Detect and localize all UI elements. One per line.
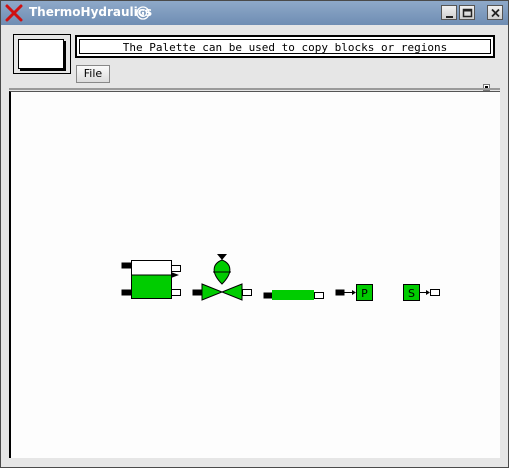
minimize-button[interactable] (441, 5, 457, 20)
tank-output-port-bottom[interactable] (171, 289, 181, 296)
title-bar[interactable]: ThermoHydraulics (1, 1, 508, 25)
tank-input-port-top[interactable] (121, 262, 132, 269)
file-menu-button[interactable]: File (76, 65, 110, 83)
pipe-input-port[interactable] (263, 292, 273, 299)
close-icon (491, 8, 500, 18)
toolbar: The Palette can be used to copy blocks o… (1, 25, 508, 91)
maximize-button[interactable] (459, 5, 475, 20)
pipe-output-port[interactable] (314, 292, 324, 299)
message-box: The Palette can be used to copy blocks o… (75, 35, 495, 58)
maximize-icon (462, 8, 473, 18)
source-block[interactable]: S (403, 284, 440, 301)
application-window: ThermoHydraulics The Palette can be used… (0, 0, 509, 468)
valve-input-port[interactable] (192, 289, 203, 296)
preview-thumbnail (18, 39, 64, 69)
source-label: S (408, 287, 415, 300)
tank-input-port-bottom[interactable] (121, 289, 132, 296)
pressure-sensor-block[interactable]: P (335, 284, 373, 301)
source-output-port[interactable] (430, 289, 440, 296)
palette-preview (13, 34, 71, 74)
spiral-icon (136, 6, 150, 20)
valve-block[interactable] (192, 254, 252, 301)
app-logo-icon (5, 4, 23, 22)
window-title: ThermoHydraulics (29, 5, 153, 19)
message-text: The Palette can be used to copy blocks o… (79, 39, 491, 54)
tank-block[interactable] (121, 260, 181, 299)
sensor-input-port[interactable] (335, 289, 345, 296)
pipe-block[interactable] (263, 290, 324, 300)
tank-output-port-top[interactable] (171, 265, 181, 272)
close-button[interactable] (487, 5, 503, 20)
minimize-icon (446, 16, 453, 18)
palette-canvas[interactable]: P S (9, 91, 500, 458)
toolbar-separator (9, 88, 500, 90)
pressure-sensor-label: P (361, 287, 368, 300)
valve-output-port[interactable] (242, 289, 252, 296)
